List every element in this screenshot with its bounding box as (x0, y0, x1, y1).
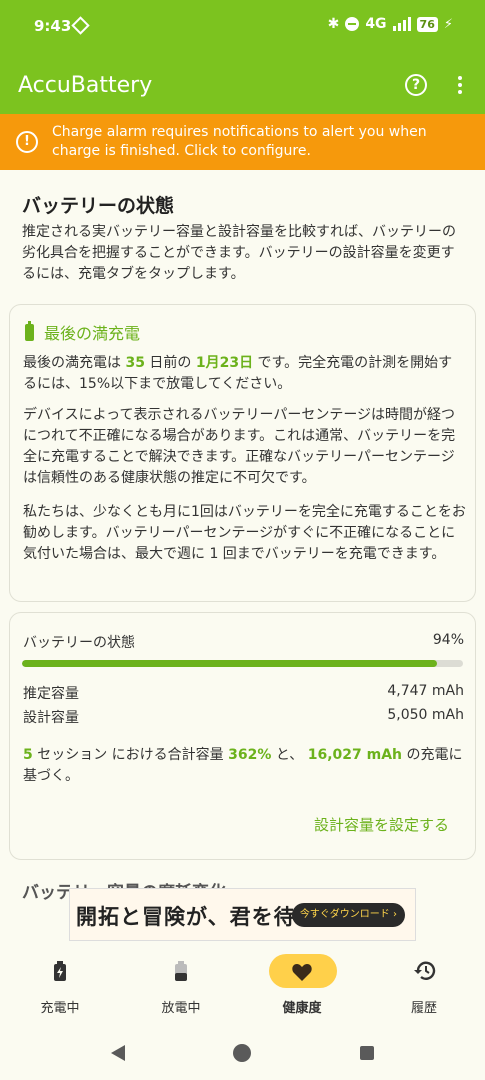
last-charge-title: 最後の満充電 (44, 324, 141, 343)
last-charge-paragraph-3: 私たちは、少なくとも月に1回はバッテリーを完全に充電することをお勧めします。バッ… (23, 504, 466, 562)
estimated-capacity-row: 推定容量 4,747 mAh (23, 683, 464, 703)
banner-text: Charge alarm requires notifications to a… (52, 124, 427, 159)
days-ago-value: 35 (125, 355, 145, 371)
nav-history-label: 履歴 (410, 1001, 437, 1016)
battery-level: 76 (416, 16, 438, 32)
battery-health-card: バッテリーの状態 94% 推定容量 4,747 mAh 設計容量 5,050 m… (9, 612, 476, 860)
nav-health-label: 健康度 (282, 1001, 322, 1016)
design-capacity-value: 5,050 mAh (387, 707, 464, 723)
ad-download-button[interactable]: 今すぐダウンロード › (291, 903, 405, 927)
status-indicators: ✱ 4G 76 ⚡ (328, 16, 453, 32)
recents-icon[interactable] (360, 1046, 374, 1060)
last-charge-date: 1月23日 (195, 355, 254, 371)
network-type: 4G (365, 16, 387, 32)
section-description: 推定される実バッテリー容量と設計容量を比較すれば、バッテリーの劣化具合を把握する… (22, 224, 456, 282)
last-charge-paragraph-1: 最後の満充電は 35 日前の 1月23日 です。完全充電の計測を開始するには、1… (23, 353, 466, 395)
text-span: セッション における合計容量 (32, 747, 229, 763)
health-label: バッテリーの状態 (23, 635, 135, 651)
nav-discharging-label: 放電中 (161, 1001, 201, 1016)
status-bar: 9:43 ✱ 4G 76 ⚡ (0, 0, 485, 56)
design-capacity-label: 設計容量 (23, 710, 79, 726)
last-full-charge-card: 最後の満充電 最後の満充電は 35 日前の 1月23日 です。完全充電の計測を開… (9, 304, 476, 602)
help-icon[interactable]: ? (405, 74, 427, 96)
history-icon (414, 961, 436, 980)
text-span: 日前の (144, 355, 196, 371)
status-time: 9:43 (34, 17, 72, 35)
health-progress-fill (22, 660, 437, 667)
signal-icon (392, 17, 411, 31)
total-capacity-percent: 362% (228, 747, 272, 763)
more-options-icon[interactable] (458, 76, 464, 97)
design-capacity-row: 設計容量 5,050 mAh (23, 707, 464, 727)
session-count: 5 (23, 747, 33, 763)
do-not-disturb-icon (345, 17, 360, 31)
home-icon[interactable] (233, 1044, 251, 1062)
bottom-navigation: 充電中 放電中 健康度 履歴 (0, 942, 485, 1020)
alert-icon: ! (16, 131, 38, 153)
estimated-capacity-value: 4,747 mAh (387, 683, 464, 699)
health-percent: 94% (432, 632, 464, 648)
bluetooth-icon: ✱ (327, 16, 340, 32)
battery-charging-icon (25, 320, 34, 341)
notification-diamond-icon (71, 16, 90, 35)
heart-icon (292, 964, 312, 981)
back-icon[interactable] (111, 1045, 125, 1061)
total-charged-mah: 16,027 mAh (307, 747, 403, 763)
section-title: バッテリーの状態 (22, 195, 175, 217)
last-charge-paragraph-2: デバイスによって表示されるバッテリーパーセンテージは時間が経つにつれて不正確にな… (23, 407, 456, 486)
sessions-summary: 5 セッション における合計容量 362% と、 16,027 mAh の充電に… (23, 745, 466, 787)
battery-charging-icon (54, 961, 66, 981)
nav-charging-label: 充電中 (40, 1001, 80, 1016)
app-title: AccuBattery (18, 73, 153, 98)
set-design-capacity-link[interactable]: 設計容量を設定する (314, 814, 449, 835)
charge-alarm-banner[interactable]: ! Charge alarm requires notifications to… (0, 114, 485, 170)
ad-headline: 開拓と冒険が、君を待つ (76, 905, 318, 929)
text-span: 最後の満充電は (23, 355, 126, 371)
health-row: バッテリーの状態 94% (23, 632, 464, 652)
last-charge-header: 最後の満充電 (25, 320, 140, 344)
text-span: と、 (271, 747, 308, 763)
charging-bolt-icon: ⚡ (443, 16, 453, 32)
battery-discharging-icon (175, 961, 187, 981)
estimated-capacity-label: 推定容量 (23, 686, 79, 702)
ad-banner[interactable]: 開拓と冒険が、君を待つ 今すぐダウンロード › (69, 888, 416, 941)
health-progress-bar (22, 660, 463, 667)
